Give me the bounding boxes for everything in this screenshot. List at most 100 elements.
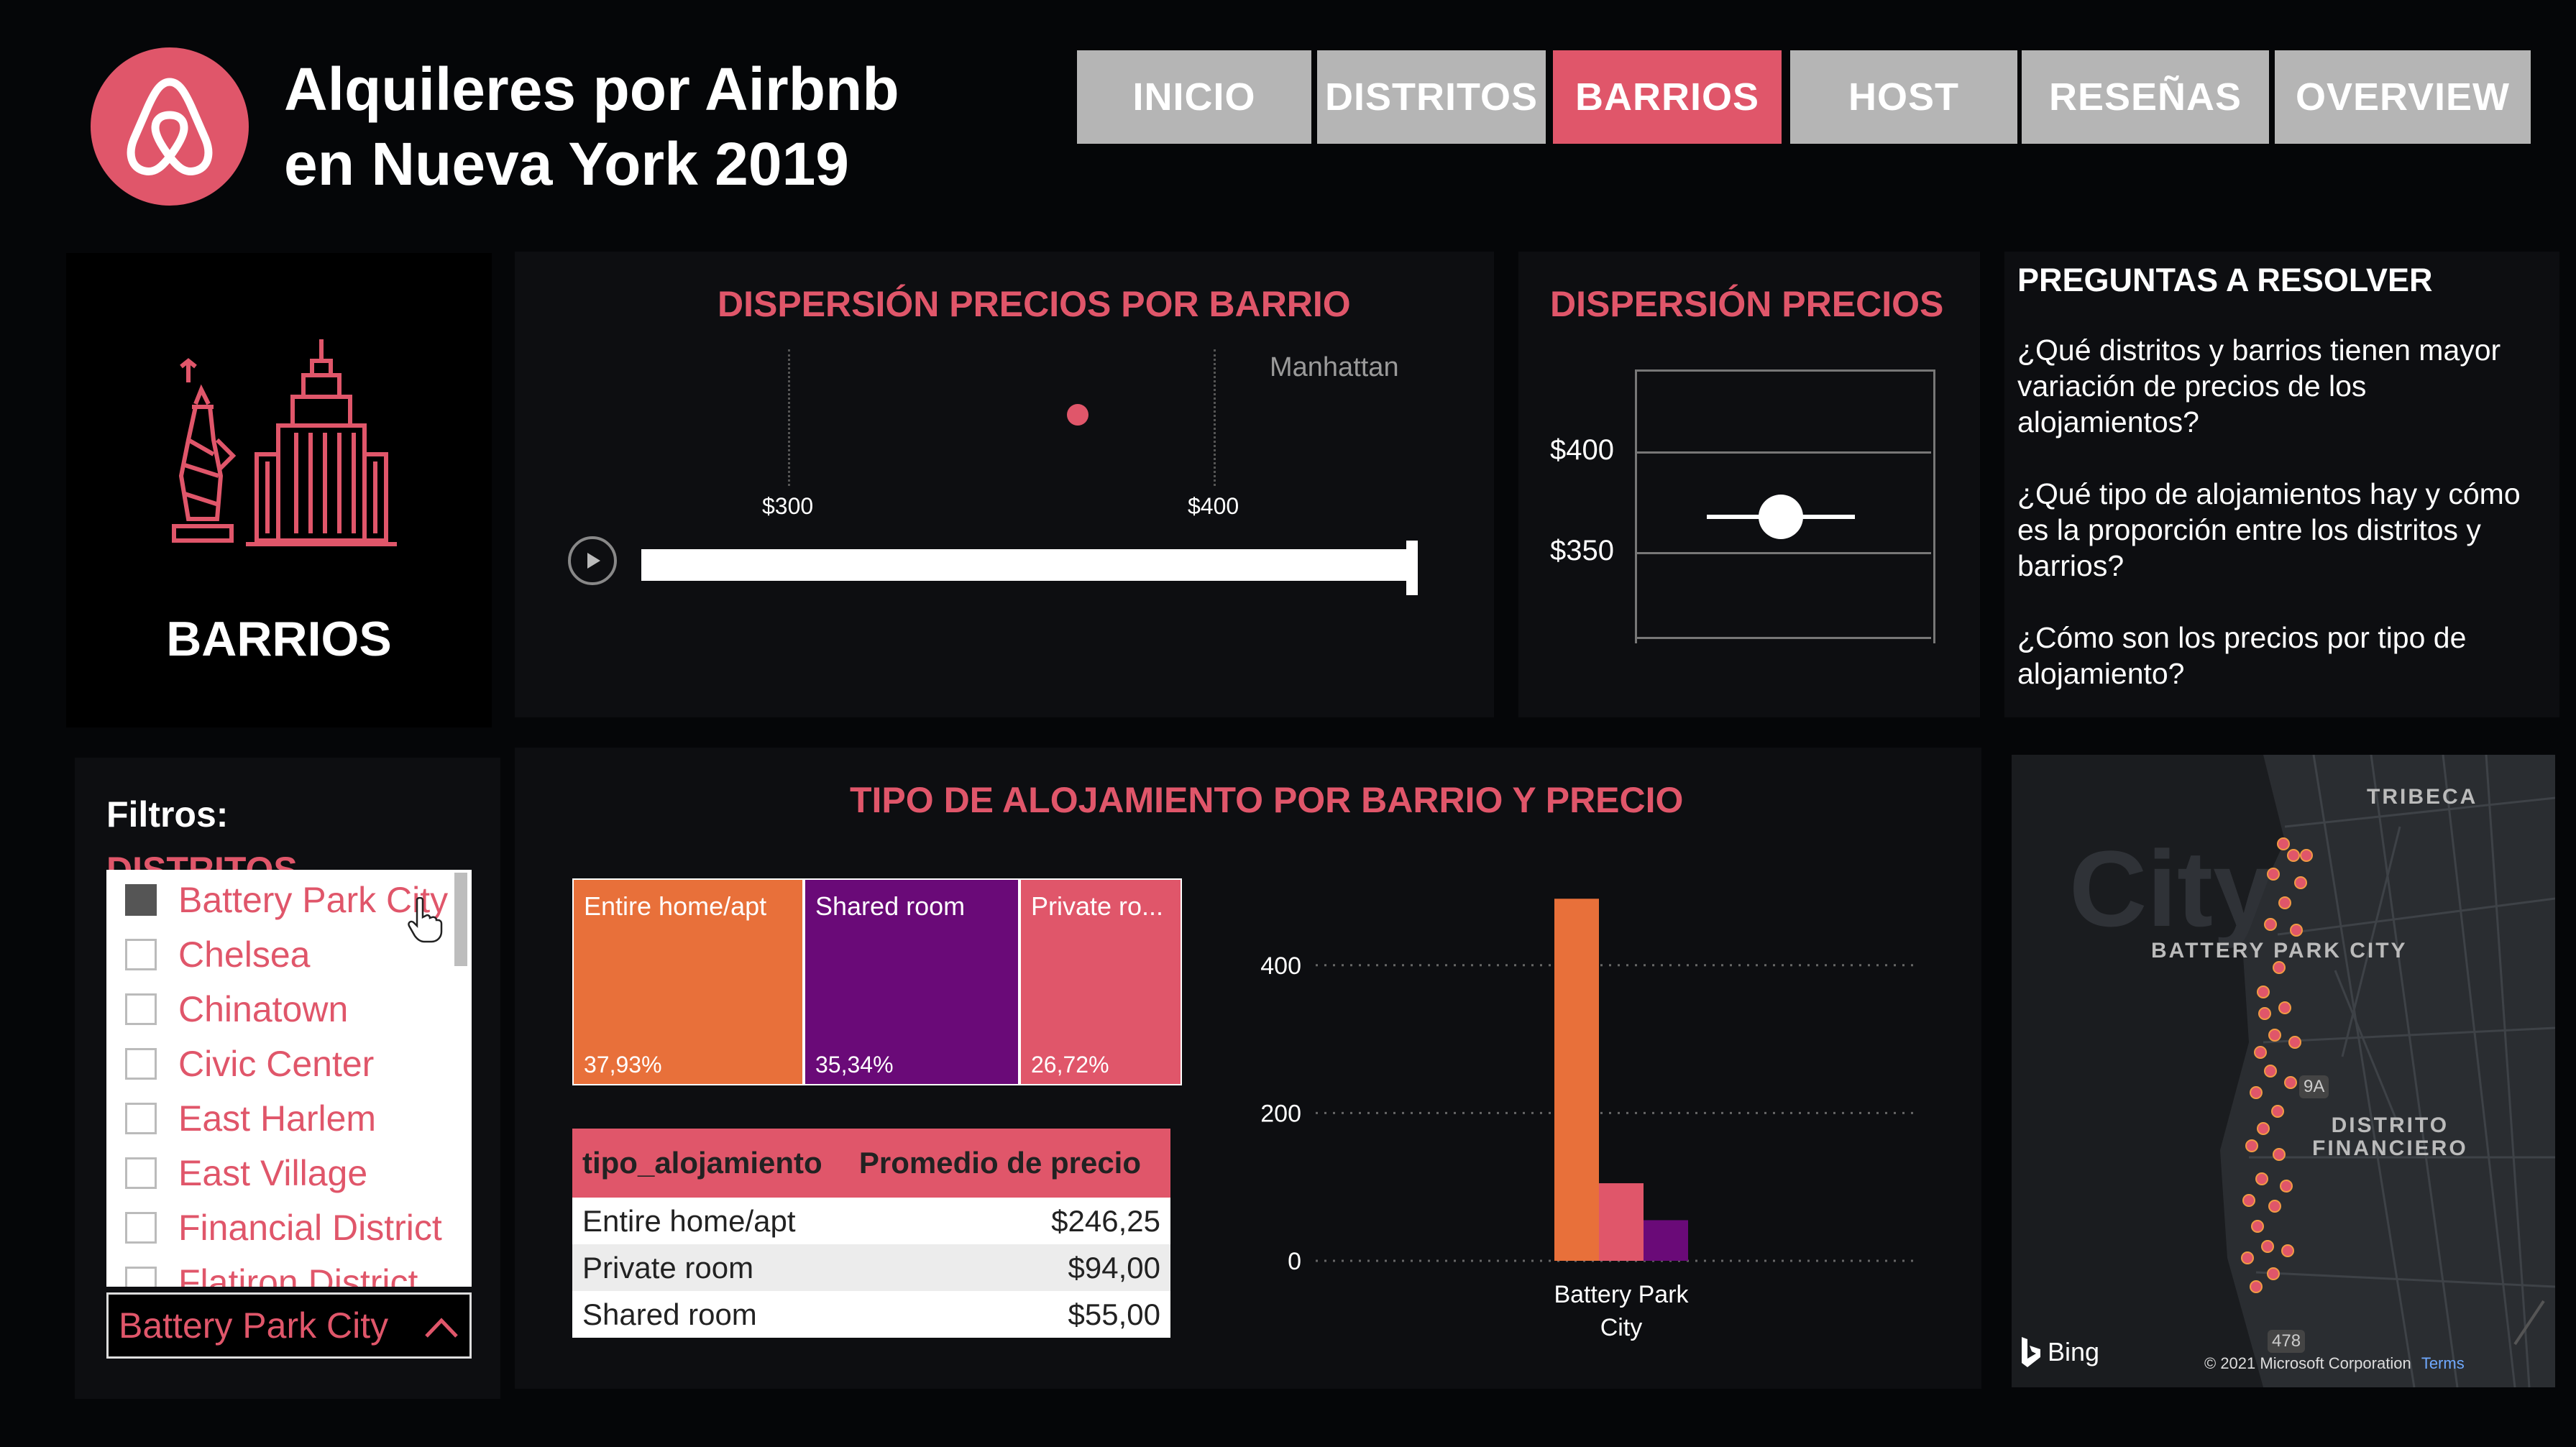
filter-checkbox[interactable]: [125, 1048, 157, 1080]
table-cell: $55,00: [848, 1291, 1170, 1338]
filter-item-label: Chinatown: [178, 989, 349, 1029]
title-line-2: en Nueva York 2019: [284, 130, 850, 198]
questions-panel: PREGUNTAS A RESOLVER ¿Qué distritos y ba…: [2004, 252, 2559, 717]
filter-checkbox[interactable]: [125, 1267, 157, 1287]
scatter-point[interactable]: [1067, 404, 1088, 426]
treemap-label: Private ro...: [1031, 891, 1164, 921]
new-york-skyline-icon: [172, 339, 397, 546]
box-ytick-400: $400: [1550, 434, 1614, 466]
table-row[interactable]: Shared room $55,00: [572, 1291, 1170, 1338]
airbnb-logo-icon: [127, 78, 213, 176]
bing-label: Bing: [2048, 1337, 2100, 1366]
nav-barrios-button[interactable]: BARRIOS: [1553, 50, 1782, 144]
play-button[interactable]: [568, 536, 617, 585]
table-cell: $246,25: [848, 1198, 1170, 1244]
filter-checkbox[interactable]: [125, 1157, 157, 1189]
filter-checkbox[interactable]: [125, 1103, 157, 1134]
table-header[interactable]: Promedio de precio: [848, 1129, 1170, 1198]
filter-item[interactable]: Financial District: [125, 1206, 442, 1249]
table-header[interactable]: tipo_alojamiento: [572, 1129, 849, 1198]
question-1: ¿Qué distritos y barrios tienen mayor va…: [2017, 334, 2501, 438]
filters-subtitle: DISTRITOS: [106, 850, 298, 870]
filter-checkbox[interactable]: [125, 939, 157, 970]
play-axis-slider[interactable]: [641, 549, 1412, 581]
filter-item[interactable]: Chinatown: [125, 988, 348, 1031]
map-listing-points: [2241, 837, 2313, 1293]
map-copyright-text: © 2021 Microsoft Corporation: [2204, 1354, 2411, 1372]
cursor-hand-icon: [408, 897, 443, 943]
map-terms-link[interactable]: Terms: [2421, 1354, 2465, 1372]
box-ytick-350: $350: [1550, 535, 1614, 566]
table-cell: $94,00: [848, 1244, 1170, 1291]
filter-checkbox[interactable]: [125, 884, 157, 916]
treemap-pct: 37,93%: [584, 1052, 662, 1078]
airbnb-logo: [91, 47, 249, 206]
bar[interactable]: [1599, 1183, 1644, 1261]
filter-item[interactable]: East Harlem: [125, 1097, 376, 1140]
treemap-label: Shared room: [815, 891, 966, 921]
gridline-400: [1214, 349, 1216, 486]
box-panel-title: DISPERSIÓN PRECIOS: [1550, 284, 1944, 324]
gridline-300: [788, 349, 790, 486]
bing-icon: [2022, 1337, 2040, 1367]
table-cell: Shared room: [572, 1291, 849, 1338]
section-panel: BARRIOS: [66, 253, 492, 727]
filter-item-label: East Village: [178, 1153, 368, 1193]
treemap-private-room[interactable]: Private ro... 26,72%: [1019, 878, 1182, 1085]
table-cell: Entire home/apt: [572, 1198, 849, 1244]
nav-distritos-button[interactable]: DISTRITOS: [1317, 50, 1546, 144]
nav-resenas-button[interactable]: RESEÑAS: [2022, 50, 2269, 144]
table-header-row: tipo_alojamiento Promedio de precio: [572, 1129, 1170, 1198]
title-line-1: Alquileres por Airbnb: [284, 55, 899, 123]
x-tick-label-line2: City: [1600, 1314, 1643, 1341]
filter-checkbox[interactable]: [125, 1212, 157, 1244]
filter-item-label: Chelsea: [178, 934, 311, 975]
question-3: ¿Cómo son los precios por tipo de alojam…: [2017, 621, 2467, 690]
page-title: Alquileres por Airbnb en Nueva York 2019: [284, 52, 899, 201]
filter-item[interactable]: Chelsea: [125, 933, 310, 976]
x-tick-label-line1: Battery Park: [1554, 1281, 1689, 1308]
filter-item[interactable]: Battery Park City: [125, 878, 448, 922]
treemap-label: Entire home/apt: [584, 891, 767, 921]
filter-item[interactable]: Flatiron District: [125, 1261, 418, 1287]
filter-scrollbar[interactable]: [454, 873, 467, 966]
treemap: Entire home/apt 37,93% Shared room 35,34…: [572, 878, 1182, 1085]
selected-filter-dropdown[interactable]: Battery Park City: [106, 1292, 472, 1359]
map-panel[interactable]: City TRIBECA BATTERY PARK CITY DISTRITO …: [2012, 755, 2555, 1387]
filter-item[interactable]: Civic Center: [125, 1042, 374, 1085]
treemap-pct: 26,72%: [1031, 1052, 1109, 1078]
bing-logo: Bing: [2019, 1336, 2099, 1369]
filter-item-label: Flatiron District: [178, 1262, 418, 1287]
table-row[interactable]: Entire home/apt $246,25: [572, 1198, 1170, 1244]
price-bar-chart: 0 200 400 Battery Park City: [1260, 899, 1920, 1341]
scatter-panel: DISPERSIÓN PRECIOS POR BARRIO Manhattan …: [515, 252, 1494, 717]
map-copyright: © 2021 Microsoft Corporation Terms: [2204, 1354, 2465, 1373]
box-gridline-300: [1635, 637, 1931, 639]
nav-host-button[interactable]: HOST: [1790, 50, 2017, 144]
tick-400-label: $400: [1188, 493, 1239, 519]
box-median-point[interactable]: [1759, 495, 1803, 539]
main-panel-title: TIPO DE ALOJAMIENTO POR BARRIO Y PRECIO: [850, 780, 1684, 820]
filters-title: Filtros:: [106, 794, 229, 835]
filter-checkbox[interactable]: [125, 993, 157, 1025]
bar[interactable]: [1644, 1220, 1688, 1261]
neighborhood-filter-list[interactable]: Battery Park City Chelsea Chinatown Civi…: [106, 870, 472, 1287]
treemap-shared-room[interactable]: Shared room 35,34%: [804, 878, 1019, 1085]
nav-inicio-button[interactable]: INICIO: [1077, 50, 1311, 144]
filter-item-label: Civic Center: [178, 1044, 375, 1084]
play-axis-handle[interactable]: [1406, 541, 1418, 595]
box-gridline-350: [1635, 552, 1931, 554]
filter-item-label: Financial District: [178, 1208, 442, 1248]
y-tick-label: 400: [1260, 952, 1301, 980]
treemap-entire-home[interactable]: Entire home/apt 37,93%: [572, 878, 804, 1085]
y-tick-label: 0: [1288, 1248, 1301, 1275]
play-icon: [587, 553, 600, 569]
bar[interactable]: [1554, 899, 1599, 1261]
chevron-up-icon: [425, 1318, 458, 1338]
nav-overview-button[interactable]: OVERVIEW: [2275, 50, 2531, 144]
table-row[interactable]: Private room $94,00: [572, 1244, 1170, 1291]
filter-item[interactable]: East Village: [125, 1152, 367, 1195]
question-2: ¿Qué tipo de alojamientos hay y cómo es …: [2017, 477, 2521, 582]
tick-300-label: $300: [762, 493, 814, 519]
selected-filter-value: Battery Park City: [119, 1305, 389, 1346]
